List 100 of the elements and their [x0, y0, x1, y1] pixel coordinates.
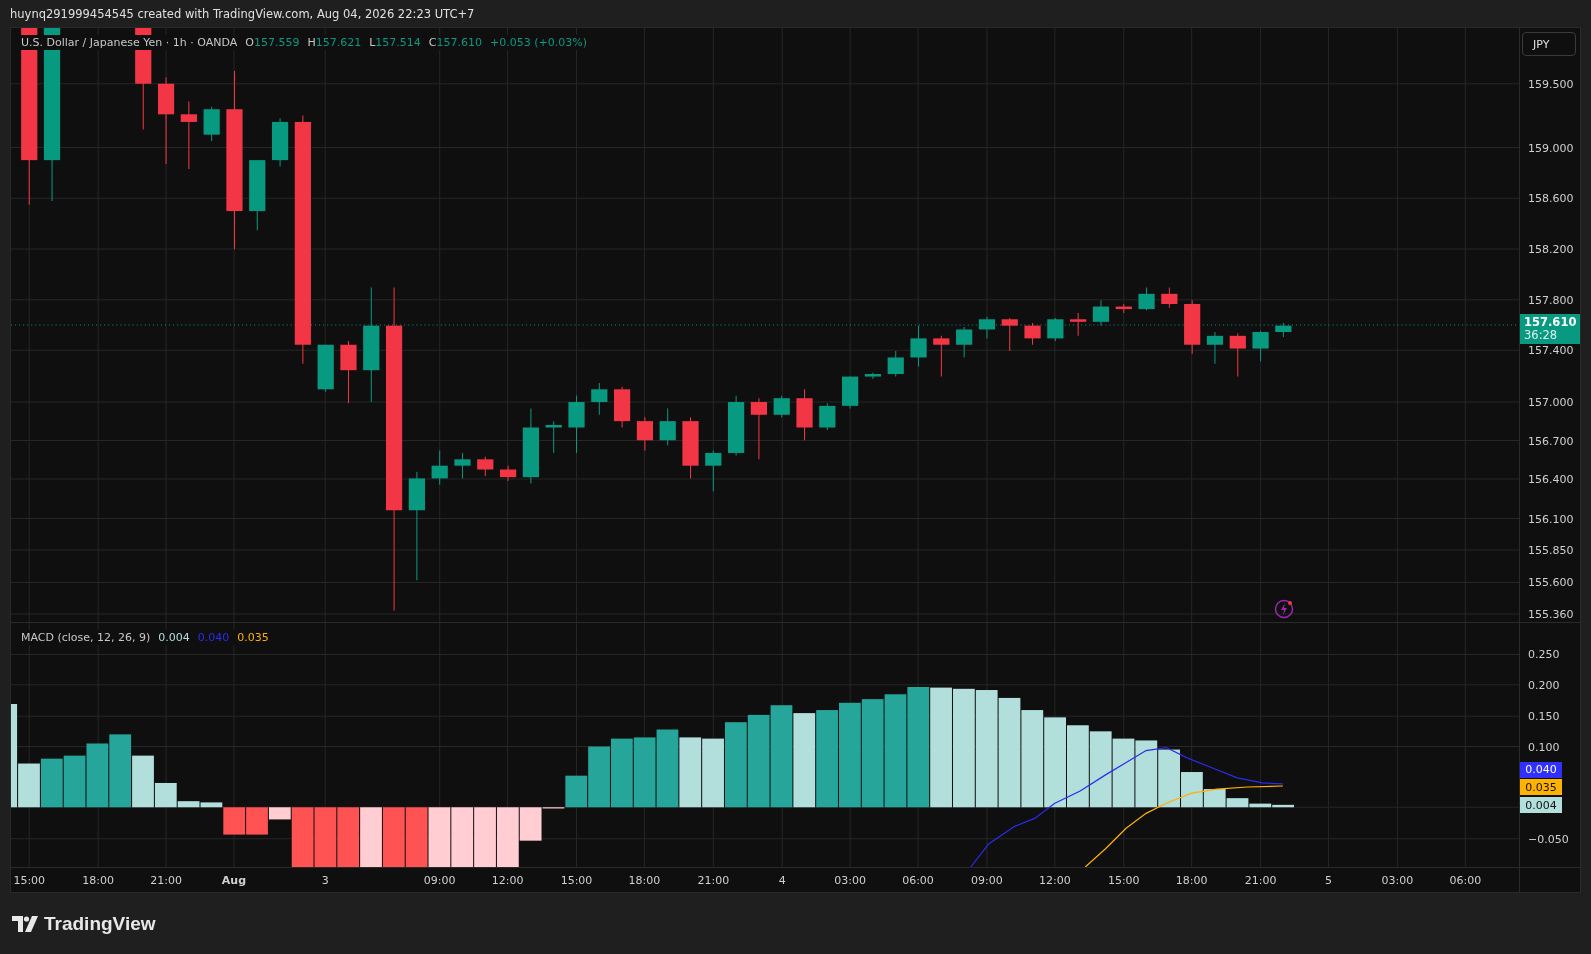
candle	[636, 416, 653, 451]
candle	[1161, 286, 1178, 309]
candle	[431, 449, 448, 486]
price-axis-label: 155.600	[1528, 575, 1574, 589]
candle	[819, 402, 836, 431]
histogram-bar	[1112, 738, 1135, 808]
time-axis-label: 03:00	[834, 874, 866, 887]
histogram-bar	[382, 807, 405, 867]
price-change: +0.053 (+0.03%)	[490, 36, 587, 49]
candle	[545, 420, 562, 454]
candle	[728, 395, 745, 456]
candle	[271, 117, 289, 167]
time-axis-label: 15:00	[13, 874, 46, 887]
macd-axis-label: −0.050	[1528, 832, 1569, 846]
candle	[340, 340, 357, 404]
time-axis-label: 18:00	[82, 874, 114, 887]
candle	[180, 101, 197, 170]
price-axis-label: 156.100	[1528, 512, 1574, 526]
currency-button[interactable]: JPY	[1522, 32, 1576, 56]
price-axis-label: 156.700	[1528, 434, 1574, 448]
candle	[317, 344, 334, 393]
macd-axis-label: 0.250	[1528, 647, 1560, 661]
histogram-bar	[360, 807, 382, 867]
histogram-bar	[679, 737, 702, 808]
time-axis-label: 18:00	[1175, 874, 1208, 887]
candle	[1070, 312, 1087, 337]
candle	[933, 335, 950, 378]
histogram-bar	[451, 807, 474, 867]
time-axis-label: 18:00	[628, 874, 661, 887]
ohlc-value: C157.610	[428, 36, 482, 49]
price-axis-label: 157.400	[1528, 343, 1574, 357]
candle	[1024, 322, 1041, 346]
histogram-bar	[610, 738, 633, 808]
macd-value-badge: 0.004	[1520, 797, 1562, 814]
candle	[956, 326, 973, 358]
brand-name: TradingView	[44, 912, 156, 935]
macd-axis-label: 0.100	[1528, 740, 1560, 753]
candle	[614, 386, 631, 428]
time-axis-label: 06:00	[1449, 874, 1482, 887]
time-axis-label: 4	[778, 874, 786, 887]
bar-countdown: 36:28	[1524, 329, 1559, 342]
time-axis-label: 06:00	[902, 874, 934, 887]
histogram-bar	[1135, 740, 1158, 808]
histogram-bar	[63, 755, 86, 808]
ohlc-value: L157.514	[369, 36, 421, 49]
candle	[978, 316, 996, 339]
candle	[910, 325, 927, 367]
time-axis-label: 5	[1324, 874, 1332, 887]
histogram-bar	[702, 738, 724, 808]
candle	[203, 106, 220, 142]
macd-title: MACD (close, 12, 26, 9)	[21, 631, 151, 644]
candle	[1092, 299, 1110, 327]
time-axis-label: 15:00	[1107, 874, 1140, 887]
time-axis-label: 09:00	[423, 874, 456, 887]
candle	[1001, 317, 1018, 352]
price-axis-label: 155.360	[1528, 607, 1574, 621]
candle	[1184, 299, 1201, 355]
symbol-title: U.S. Dollar / Japanese Yen · 1h · OANDA	[21, 36, 238, 49]
candle	[477, 456, 494, 477]
candle	[773, 395, 790, 418]
candle	[750, 397, 768, 460]
candle	[1206, 331, 1224, 365]
price-axis-label: 156.400	[1528, 472, 1574, 486]
candle	[705, 449, 722, 492]
time-axis-label: 12:00	[491, 874, 524, 887]
price-axis-label: 158.600	[1528, 191, 1574, 205]
candle	[454, 452, 471, 479]
time-axis-label: 21:00	[697, 874, 730, 887]
chart-caption: huynq291999454545 created with TradingView.com, Aug 04, 2026 22:23 UTC+7	[9, 5, 476, 23]
candle	[864, 372, 882, 380]
price-axis-label: 158.200	[1528, 242, 1574, 256]
candle	[1115, 303, 1132, 314]
histogram-bar	[40, 758, 63, 808]
candle	[568, 395, 585, 454]
price-axis-label: 159.500	[1528, 77, 1574, 91]
lightning-icon[interactable]	[1272, 597, 1295, 620]
macd-axis-label: 0.150	[1528, 709, 1560, 723]
price-axis-label: 159.000	[1528, 141, 1574, 155]
macd-value-badge: 0.035	[1520, 779, 1562, 795]
candle	[842, 376, 859, 409]
histogram-bar	[474, 807, 496, 867]
histogram-bar	[314, 807, 337, 867]
price-axis-label: 157.800	[1528, 293, 1574, 307]
candle	[887, 350, 904, 378]
candle	[1047, 317, 1064, 342]
candle	[796, 388, 813, 441]
macd-value: 0.004	[158, 631, 190, 644]
ohlc-value: O157.559	[245, 36, 300, 49]
candle	[682, 416, 699, 479]
candle	[500, 465, 517, 482]
ohlc-value: H157.621	[307, 36, 362, 49]
logo-icon	[12, 915, 38, 932]
macd-value: 0.035	[237, 631, 269, 644]
candle	[1138, 286, 1155, 311]
price-axis-label: 155.850	[1528, 543, 1574, 557]
price-axis-label: 157.000	[1528, 395, 1574, 409]
time-axis-label: 12:00	[1039, 874, 1071, 887]
time-axis-label: 09:00	[971, 874, 1003, 887]
candle	[1275, 322, 1292, 338]
candle	[659, 407, 676, 446]
